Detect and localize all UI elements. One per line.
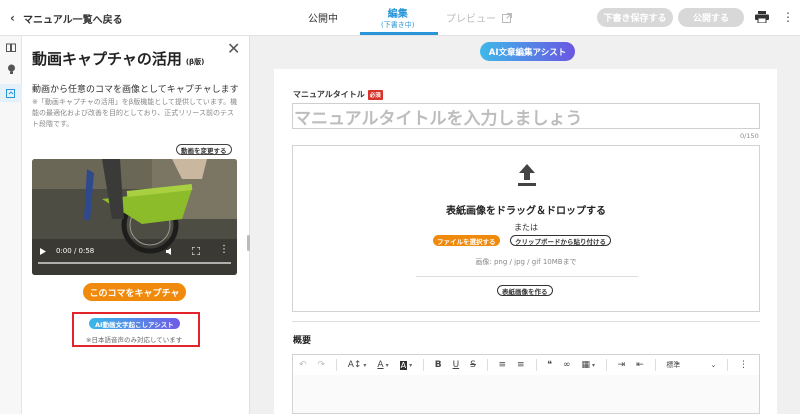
cover-or-text: または bbox=[514, 223, 538, 232]
publish-button[interactable]: 公開する bbox=[678, 8, 744, 27]
volume-icon[interactable] bbox=[166, 248, 174, 255]
active-tab-indicator bbox=[360, 32, 438, 35]
toolbar-separator bbox=[654, 359, 656, 371]
panel-title: 動画キャプチャの活用 (β版) bbox=[32, 48, 204, 69]
panel-description: 動画から任意のコマを画像としてキャプチャします bbox=[32, 85, 239, 95]
highlight-box: AI動画文字起こしアシスト ※日本語音声のみ対応しています bbox=[72, 312, 200, 347]
outdent-icon[interactable]: ⇤ bbox=[636, 360, 644, 370]
ai-transcribe-button[interactable]: AI動画文字起こしアシスト bbox=[89, 318, 180, 329]
paste-clipboard-button[interactable]: クリップボードから貼り付ける bbox=[510, 235, 611, 246]
play-icon[interactable] bbox=[40, 248, 46, 255]
summary-editor[interactable] bbox=[292, 375, 760, 414]
rail-book-button[interactable] bbox=[0, 38, 22, 56]
cover-divider bbox=[416, 276, 638, 277]
quote-icon[interactable]: ❝ bbox=[547, 360, 552, 370]
bold-icon[interactable]: B bbox=[435, 360, 442, 370]
toolbar-separator bbox=[727, 359, 728, 371]
tab-preview[interactable]: プレビュー bbox=[446, 10, 512, 25]
video-progress-bar[interactable] bbox=[38, 262, 231, 264]
book-icon bbox=[6, 43, 16, 52]
tab-edit[interactable]: 編集 (下書き中) bbox=[381, 9, 414, 31]
link-icon[interactable]: ∞ bbox=[563, 360, 571, 370]
tab-preview-label: プレビュー bbox=[446, 14, 496, 25]
toolbar-more-icon[interactable]: ⋮ bbox=[739, 360, 748, 370]
video-capture-panel: 動画キャプチャの活用 (β版) ✕ 動画から任意のコマを画像としてキャプチャします… bbox=[22, 36, 250, 414]
tab-edit-sublabel: (下書き中) bbox=[381, 21, 415, 29]
title-label: マニュアルタイトル 必須 bbox=[293, 89, 383, 100]
cover-dropzone-text: 表紙画像をドラッグ＆ドロップする bbox=[446, 206, 606, 217]
section-divider bbox=[292, 321, 760, 322]
undo-icon[interactable]: ↶ bbox=[299, 360, 307, 370]
table-icon[interactable]: ▦ ▾ bbox=[582, 360, 596, 370]
tab-public[interactable]: 公開中 bbox=[308, 10, 338, 25]
rail-tips-button[interactable] bbox=[0, 60, 22, 78]
summary-label: 概要 bbox=[293, 336, 312, 346]
cover-image-dropzone[interactable]: 表紙画像をドラッグ＆ドロップする または ファイルを選択する クリップボードから… bbox=[292, 145, 760, 312]
external-link-icon bbox=[502, 12, 512, 23]
toolbar-separator bbox=[606, 359, 607, 371]
toolbar-separator bbox=[535, 359, 537, 371]
save-draft-button[interactable]: 下書き保存する bbox=[597, 8, 673, 27]
transcribe-note: ※日本語音声のみ対応しています bbox=[86, 336, 183, 344]
tool-rail bbox=[0, 36, 22, 414]
paragraph-style-select[interactable]: 標準 bbox=[666, 360, 704, 370]
select-file-button[interactable]: ファイルを選択する bbox=[433, 235, 500, 246]
toolbar-separator bbox=[336, 359, 337, 371]
highlight-color-icon[interactable]: A ▾ bbox=[399, 360, 412, 370]
lightbulb-icon bbox=[7, 64, 15, 74]
change-video-button[interactable]: 動画を変更する bbox=[176, 144, 232, 155]
underline-icon[interactable]: U bbox=[453, 360, 460, 370]
tab-edit-label: 編集 bbox=[387, 9, 408, 20]
fullscreen-icon[interactable] bbox=[192, 247, 200, 255]
capture-icon bbox=[6, 89, 15, 98]
capture-frame-button[interactable]: このコマをキャプチャ bbox=[83, 283, 186, 301]
panel-title-text: 動画キャプチャの活用 bbox=[32, 50, 182, 68]
toolbar-separator bbox=[423, 359, 424, 371]
video-frame bbox=[32, 159, 237, 275]
chevron-left-icon: ‹ bbox=[10, 11, 15, 25]
cover-format-note: 画像: png / jpg / gif 10MBまで bbox=[475, 258, 577, 266]
panel-resize-handle[interactable] bbox=[247, 235, 250, 251]
bullet-list-icon[interactable]: ≡ bbox=[498, 360, 506, 370]
redo-icon[interactable]: ↷ bbox=[318, 360, 326, 370]
back-to-list-link[interactable]: ‹ マニュアル一覧へ戻る bbox=[10, 9, 123, 27]
indent-icon[interactable]: ⇥ bbox=[618, 360, 626, 370]
panel-note: ※「動画キャプチャの活用」をβ版機能として提供しています。機能の最適化および改善… bbox=[32, 98, 238, 128]
font-size-icon[interactable]: A↕ ▾ bbox=[348, 360, 367, 370]
editor-area: マニュアルタイトル 必須 マニュアルタイトルを入力しましょう 0/150 表紙画… bbox=[274, 69, 777, 414]
style-chevron-icon[interactable]: ⌄ bbox=[711, 361, 717, 369]
more-vertical-icon[interactable]: ⋮ bbox=[782, 9, 794, 25]
video-time: 0:00 / 0:58 bbox=[56, 247, 95, 255]
numbered-list-icon[interactable]: ≡ bbox=[517, 360, 525, 370]
video-player[interactable]: 0:00 / 0:58 ⋮ bbox=[32, 159, 237, 275]
strikethrough-icon[interactable]: S bbox=[470, 360, 476, 370]
ai-writing-assist-button[interactable]: AI文章編集アシスト bbox=[480, 42, 575, 61]
font-color-icon[interactable]: A ▾ bbox=[377, 360, 388, 370]
toolbar-separator bbox=[486, 359, 488, 371]
paragraph-style-value: 標準 bbox=[666, 361, 681, 369]
manual-title-input[interactable]: マニュアルタイトルを入力しましょう bbox=[292, 103, 760, 129]
upload-icon bbox=[518, 164, 536, 186]
char-counter: 0/150 bbox=[740, 132, 759, 140]
required-badge: 必須 bbox=[367, 89, 383, 100]
make-cover-button[interactable]: 表紙画像を作る bbox=[497, 285, 553, 296]
rich-text-toolbar: ↶ ↷ A↕ ▾ A ▾ A ▾ B U S ≡ ≡ ❝ ∞ ▦ ▾ ⇥ ⇤ 標準 ⌄ … bbox=[292, 354, 760, 376]
back-label: マニュアル一覧へ戻る bbox=[22, 14, 123, 26]
close-icon[interactable]: ✕ bbox=[227, 39, 240, 58]
beta-label: (β版) bbox=[185, 58, 205, 66]
print-icon[interactable] bbox=[755, 11, 769, 23]
top-bar: ‹ マニュアル一覧へ戻る 公開中 編集 (下書き中) プレビュー 下書き保存する… bbox=[0, 0, 800, 36]
video-options-icon[interactable]: ⋮ bbox=[219, 244, 229, 255]
title-label-text: マニュアルタイトル bbox=[293, 90, 365, 99]
rail-video-capture-button[interactable] bbox=[0, 84, 22, 102]
